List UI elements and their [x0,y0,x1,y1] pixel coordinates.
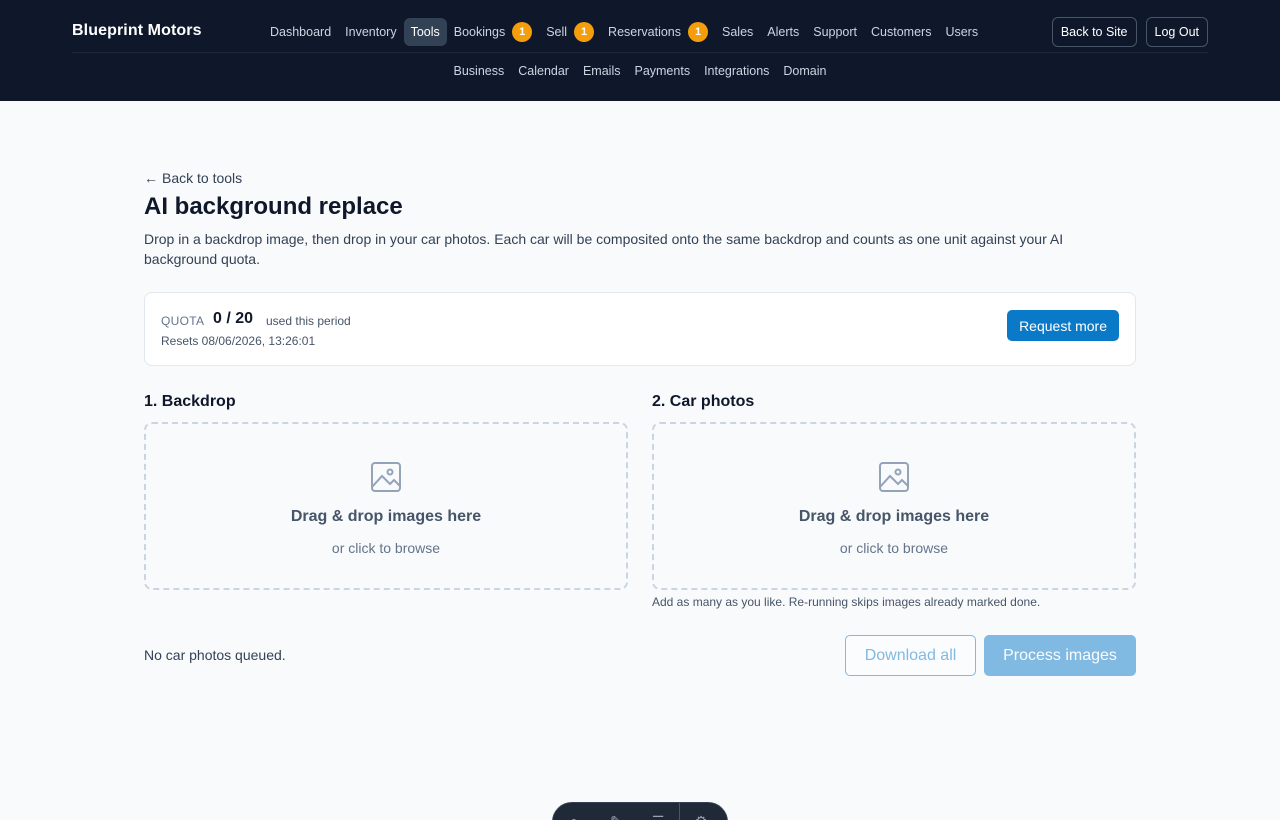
nav-label: Alerts [767,25,800,39]
nav-label: Support [813,25,858,39]
queue-status: No car photos queued. [144,647,286,663]
nav-item-payments[interactable]: Payments [627,58,697,84]
backdrop-section-title: 1. Backdrop [144,393,236,410]
nav-item-users[interactable]: Users [938,18,985,46]
nav-item-tools[interactable]: Tools [403,18,447,46]
top-navbar: Blueprint Motors Dashboard Inventory Too… [0,0,1280,101]
nav-label: Reservations [608,25,681,39]
car-photos-section-title: 2. Car photos [652,393,755,410]
primary-nav: Dashboard Inventory Tools Bookings 1 Sell… [263,18,985,46]
notification-badge: 1 [688,22,708,42]
nav-label: Users [945,25,979,39]
page-description: Drop in a backdrop image, then drop in y… [144,231,1064,267]
page-title: AI background replace [144,193,403,220]
back-to-site-button[interactable]: Back to Site [1051,17,1137,47]
nav-item-dashboard[interactable]: Dashboard [263,18,338,46]
brush-icon[interactable]: ✎ [595,813,637,820]
bottom-dock: ● ✎ ☰ ⚙ [552,802,728,820]
nav-item-inventory[interactable]: Inventory [338,18,403,46]
secondary-nav: Business Calendar Emails Payments Integr… [72,58,1208,84]
backdrop-dropzone[interactable]: Drag & drop images here or click to brow… [144,422,628,590]
dropzone-subtitle: or click to browse [331,540,441,556]
process-images-button[interactable]: Process images [984,635,1136,676]
notification-badge: 1 [512,22,533,42]
nav-label: Bookings [453,25,506,39]
nav-item-emails[interactable]: Emails [576,58,628,84]
nav-divider [72,52,1208,53]
nav-item-alerts[interactable]: Alerts [760,18,806,46]
nav-item-sales[interactable]: Sales [715,18,760,46]
image-icon [879,462,909,492]
nav-item-integrations[interactable]: Integrations [697,58,776,84]
nav-label: Customers [871,25,932,39]
quota-reset-time: Resets 08/06/2026, 13:26:01 [161,334,316,348]
nav-item-customers[interactable]: Customers [864,18,938,46]
nav-item-calendar[interactable]: Calendar [511,58,576,84]
nav-item-support[interactable]: Support [806,18,864,46]
nav-item-bookings[interactable]: Bookings 1 [447,18,539,46]
nav-label: Tools [410,25,440,39]
request-more-button[interactable]: Request more [1007,310,1119,341]
top-actions: Back to Site Log Out [1051,17,1208,47]
log-out-button[interactable]: Log Out [1145,17,1208,47]
brand-logo[interactable]: Blueprint Motors [72,22,202,40]
quota-value: 0 / 20 [213,310,254,327]
nav-label: Sell [546,25,568,39]
back-link-label: Back to tools [162,170,243,186]
quota-label: QUOTA [161,314,205,328]
quota-suffix: used this period [266,314,351,328]
image-icon [371,462,401,492]
quota-card: QUOTA 0 / 20 used this period Resets 08/… [144,292,1136,366]
dropzone-subtitle: or click to browse [839,540,949,556]
car-photos-hint: Add as many as you like. Re-running skip… [652,595,1041,609]
nav-item-domain[interactable]: Domain [776,58,833,84]
arrow-left-icon: ← [144,170,158,186]
nav-item-reservations[interactable]: Reservations 1 [601,18,715,46]
car-photos-dropzone[interactable]: Drag & drop images here or click to brow… [652,422,1136,590]
dropzone-title: Drag & drop images here [290,508,482,525]
nav-label: Dashboard [270,25,332,39]
notification-badge: 1 [574,22,595,42]
nav-item-business[interactable]: Business [447,58,512,84]
nav-item-sell[interactable]: Sell 1 [539,18,601,46]
menu-icon[interactable]: ☰ [637,813,679,820]
microphone-icon[interactable]: ● [553,813,595,820]
nav-label: Inventory [345,25,397,39]
nav-label: Sales [722,25,754,39]
dropzone-title: Drag & drop images here [798,508,990,525]
gear-icon[interactable]: ⚙ [680,813,722,820]
back-to-tools-link[interactable]: ← Back to tools [144,170,242,186]
download-all-button[interactable]: Download all [845,635,976,676]
